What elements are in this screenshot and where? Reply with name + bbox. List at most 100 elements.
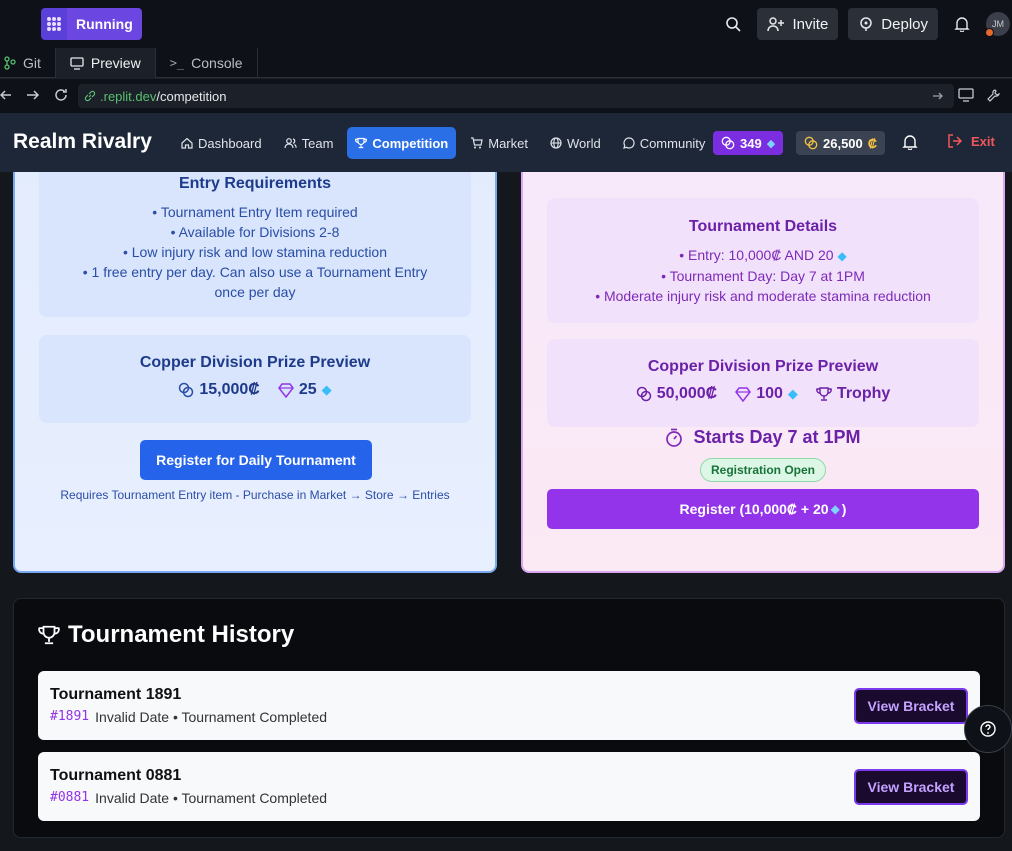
- avatar[interactable]: JM: [985, 12, 1010, 37]
- exit-label: Exit: [971, 133, 995, 149]
- home-icon: [181, 137, 193, 149]
- tournament-status: Invalid Date • Tournament Completed: [95, 790, 328, 806]
- tournament-details-title: Tournament Details: [688, 218, 838, 235]
- back-icon[interactable]: [0, 88, 12, 107]
- timer-icon: [666, 428, 683, 447]
- tournament-meta: #1891 Invalid Date • Tournament Complete…: [50, 709, 327, 725]
- run-icon: [41, 8, 67, 40]
- history-title: Tournament History: [38, 621, 294, 649]
- nav-market-label: Market: [488, 135, 528, 151]
- detail-line: • Entry: 10,000₡ AND 20 ◆: [679, 247, 847, 263]
- view-bracket-button[interactable]: View Bracket: [854, 688, 968, 724]
- daily-tournament-card: Entry Requirements • Tournament Entry It…: [13, 135, 497, 573]
- register-major-button[interactable]: Register (10,000₡ + 20 ◆ ): [547, 489, 979, 529]
- wrench-icon[interactable]: [986, 88, 1001, 108]
- status-badge: Registration Open: [700, 458, 827, 482]
- gems-balance[interactable]: 349 ◆: [713, 131, 784, 155]
- ide-tabs: Git Preview >_ Console: [0, 48, 1012, 78]
- avatar-initials: JM: [992, 19, 1004, 29]
- invite-label: Invite: [792, 15, 829, 33]
- tournament-details-list: • Entry: 10,000₡ AND 20 ◆ • Tournament D…: [547, 245, 979, 306]
- tournament-id: #0881: [50, 790, 90, 805]
- tab-preview[interactable]: Preview: [55, 48, 156, 78]
- tab-console[interactable]: >_ Console: [156, 48, 258, 78]
- credits-balance[interactable]: 26,500 ₡: [796, 131, 886, 155]
- tab-console-label: Console: [191, 55, 243, 71]
- search-icon[interactable]: [719, 10, 747, 38]
- bell-icon[interactable]: [902, 134, 918, 155]
- major-tournament-card: Tournament Details • Entry: 10,000₡ AND …: [521, 153, 1005, 573]
- daily-prize-box: Copper Division Prize Preview 15,000₡ 25…: [39, 335, 471, 423]
- reload-icon[interactable]: [53, 87, 69, 108]
- daily-prize-credits: 15,000₡: [199, 381, 260, 398]
- deploy-button[interactable]: Deploy: [848, 8, 938, 40]
- trophy-icon: [38, 625, 60, 645]
- nav-competition[interactable]: Competition: [347, 127, 457, 159]
- entry-requirements-list: • Tournament Entry Item required • Avail…: [39, 202, 471, 302]
- tournament-id: #1891: [50, 709, 90, 724]
- daily-prize-row: 15,000₡ 25 ◆: [39, 381, 471, 399]
- entry-requirements-title: Entry Requirements: [178, 175, 332, 192]
- nav-team[interactable]: Team: [276, 127, 342, 159]
- run-button[interactable]: Running: [41, 8, 142, 40]
- link-icon: [84, 90, 96, 102]
- credits-symbol-icon: ₡: [867, 135, 878, 151]
- requirement-line: • Tournament Entry Item required: [152, 204, 358, 220]
- register-note: Requires Tournament Entry item - Purchas…: [60, 488, 450, 502]
- chat-icon: [622, 137, 635, 149]
- add-user-icon: [767, 17, 785, 32]
- start-time-text: Starts Day 7 at 1PM: [693, 427, 861, 447]
- url-path: /competition: [156, 88, 227, 104]
- run-label: Running: [67, 8, 142, 40]
- gem-emoji-icon: ◆: [766, 137, 776, 150]
- tournament-details-box: Tournament Details • Entry: 10,000₡ AND …: [547, 198, 979, 323]
- requirement-line: • 1 free entry per day. Can also use a T…: [82, 264, 428, 300]
- nav-community[interactable]: Community: [615, 127, 714, 159]
- nav-market[interactable]: Market: [462, 127, 536, 159]
- nav-competition-label: Competition: [372, 135, 449, 151]
- invite-button[interactable]: Invite: [757, 8, 839, 40]
- trophy-icon: [355, 137, 368, 149]
- detail-line: • Moderate injury risk and moderate stam…: [595, 288, 931, 304]
- register-major-label: Register (10,000₡ + 20: [679, 501, 829, 517]
- tab-git[interactable]: Git: [0, 48, 56, 78]
- register-daily-button[interactable]: Register for Daily Tournament: [140, 440, 372, 480]
- forward-icon[interactable]: [26, 88, 40, 107]
- gem-emoji-icon: ◆: [787, 386, 798, 401]
- tournament-status: Invalid Date • Tournament Completed: [95, 709, 328, 725]
- nav-world[interactable]: World: [542, 127, 609, 159]
- tab-preview-label: Preview: [90, 55, 141, 71]
- users-icon: [284, 138, 297, 149]
- requirement-line: • Low injury risk and low stamina reduct…: [122, 244, 388, 260]
- deploy-icon: [860, 17, 873, 31]
- url-host: .replit.dev: [100, 88, 157, 104]
- credits-value: 26,500: [823, 135, 863, 151]
- tournament-name: Tournament 1891: [50, 686, 182, 703]
- major-prize-trophy: Trophy: [836, 385, 891, 402]
- terminal-icon: >_: [169, 56, 185, 70]
- tab-git-label: Git: [23, 55, 41, 71]
- url-field[interactable]: .replit.dev/competition: [78, 84, 954, 108]
- exit-button[interactable]: Exit: [947, 133, 995, 149]
- notifications-icon[interactable]: [948, 10, 976, 38]
- start-time: Starts Day 7 at 1PM: [523, 427, 1003, 448]
- browser-bar: .replit.dev/competition: [0, 79, 1012, 113]
- brand-title[interactable]: Realm Rivalry: [13, 130, 152, 154]
- view-bracket-button[interactable]: View Bracket: [854, 769, 968, 805]
- daily-prize-gems: 25: [298, 381, 317, 398]
- requirement-line: • Available for Divisions 2-8: [170, 224, 340, 240]
- nav-team-label: Team: [301, 135, 334, 151]
- status-dot: [985, 28, 994, 37]
- tournament-meta: #0881 Invalid Date • Tournament Complete…: [50, 790, 327, 806]
- app-preview: Entry Requirements • Tournament Entry It…: [0, 113, 1012, 851]
- open-arrow-icon[interactable]: [932, 90, 944, 102]
- nav-dashboard[interactable]: Dashboard: [173, 127, 270, 159]
- credits-icon: [804, 136, 818, 150]
- gems-icon: [721, 136, 735, 150]
- help-icon[interactable]: [964, 705, 1012, 753]
- major-prize-credits: 50,000₡: [656, 385, 718, 402]
- major-prize-row: 50,000₡ 100 ◆ Trophy: [547, 385, 979, 403]
- gems-value: 349: [740, 135, 762, 151]
- device-icon[interactable]: [958, 88, 974, 108]
- history-row: Tournament 1891 #1891 Invalid Date • Tou…: [38, 671, 980, 740]
